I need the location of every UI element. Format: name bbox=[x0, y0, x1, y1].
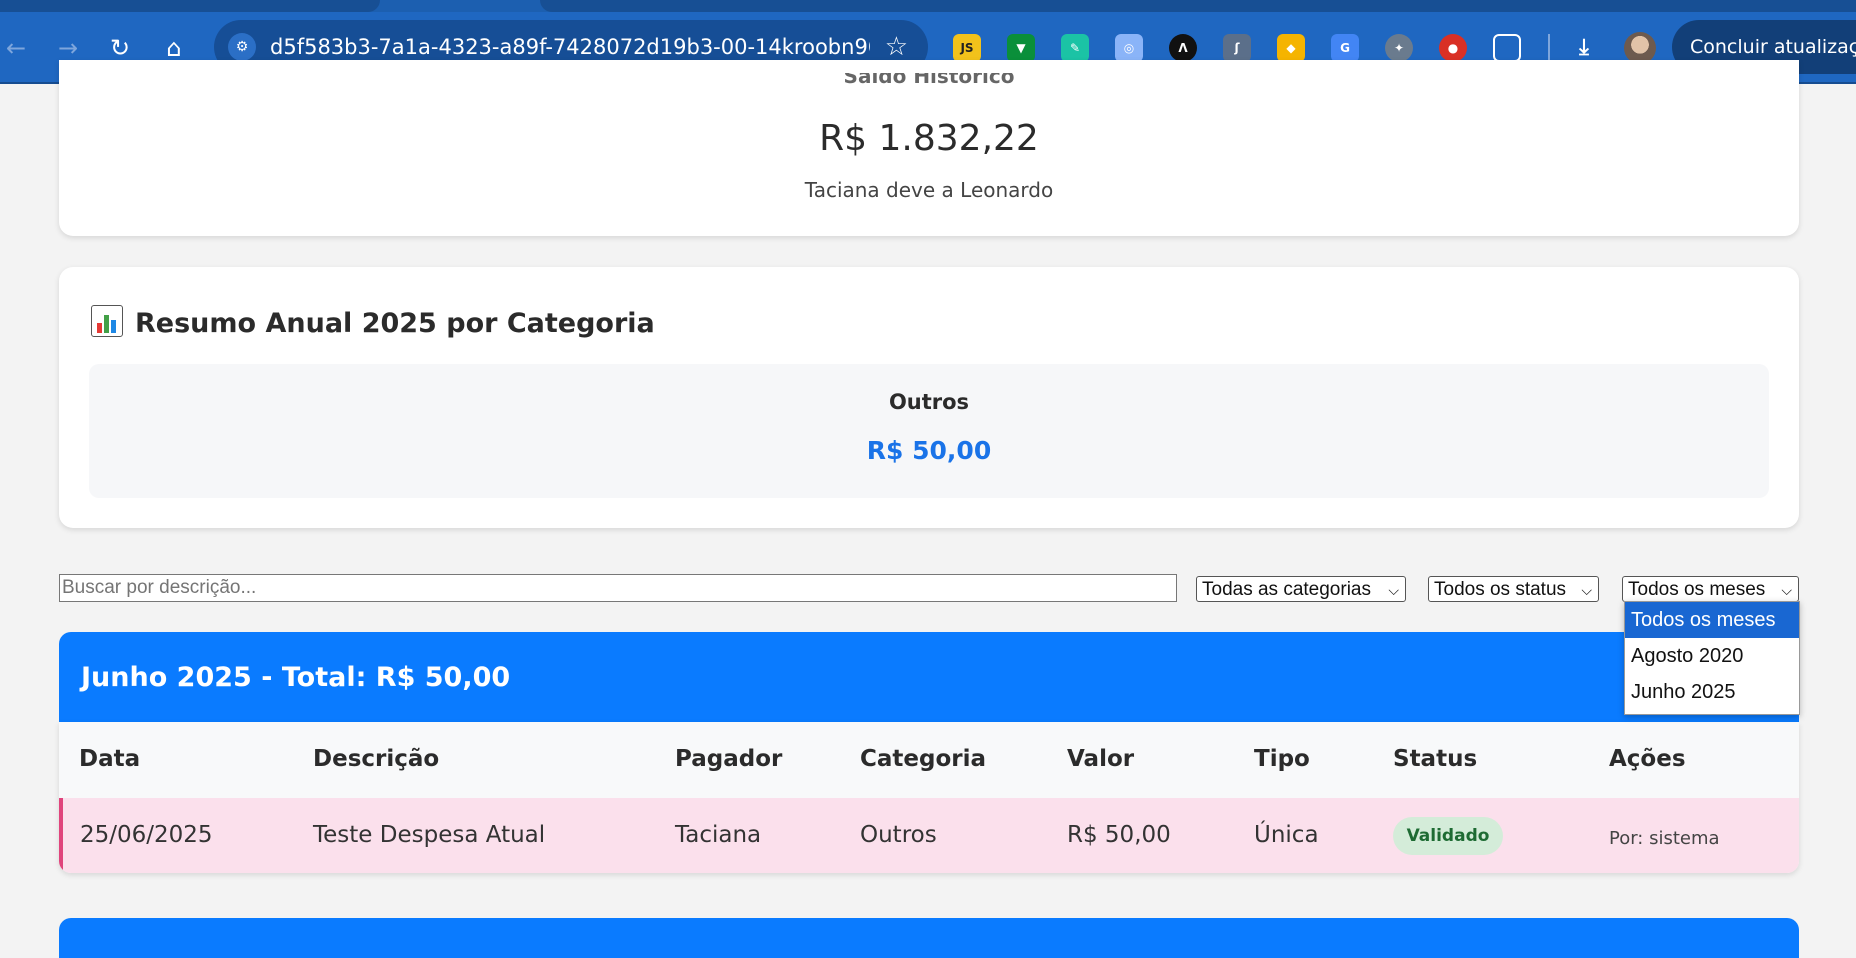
translate-extension-icon[interactable]: G bbox=[1331, 34, 1359, 62]
download-icon[interactable]: ⤓ bbox=[1570, 34, 1598, 62]
column-header-status: Status bbox=[1393, 746, 1478, 772]
column-header-data: Data bbox=[79, 746, 141, 772]
category-select-value: Todas as categorias bbox=[1202, 579, 1371, 600]
aptos-extension-icon[interactable]: Λ bbox=[1169, 34, 1197, 62]
js-extension-icon[interactable]: JS bbox=[953, 34, 981, 62]
saldo-amount: R$ 1.832,22 bbox=[819, 118, 1039, 159]
status-select-value: Todos os status bbox=[1434, 579, 1567, 600]
tools-extension-icon[interactable]: ✦ bbox=[1385, 34, 1413, 62]
color-extension-icon[interactable]: ◆ bbox=[1277, 34, 1305, 62]
column-header-categoria: Categoria bbox=[860, 746, 987, 772]
month-option[interactable]: Agosto 2020 bbox=[1625, 638, 1799, 674]
cell-categoria: Outros bbox=[860, 822, 937, 848]
back-icon[interactable]: ← bbox=[0, 32, 32, 64]
saldo-label: Saldo Histórico bbox=[843, 64, 1015, 88]
table-row: 25/06/2025 Teste Despesa Atual Taciana O… bbox=[59, 798, 1799, 873]
category-value: R$ 50,00 bbox=[866, 436, 992, 465]
annual-summary-title: Resumo Anual 2025 por Categoria bbox=[91, 305, 655, 339]
annual-summary-card: Resumo Anual 2025 por Categoria Outros R… bbox=[59, 267, 1799, 528]
chevron-down-icon: ⌵ bbox=[1388, 582, 1399, 598]
month-select-value: Todos os meses bbox=[1628, 579, 1766, 600]
chevron-down-icon: ⌵ bbox=[1781, 582, 1792, 598]
table-header: Data Descrição Pagador Categoria Valor T… bbox=[59, 722, 1799, 798]
column-header-acoes: Ações bbox=[1609, 746, 1686, 772]
category-name: Outros bbox=[888, 390, 970, 414]
cell-data: 25/06/2025 bbox=[80, 822, 213, 848]
column-header-descricao: Descrição bbox=[313, 746, 440, 772]
cell-pagador: Taciana bbox=[675, 822, 762, 848]
bar-chart-icon bbox=[91, 305, 123, 337]
cell-valor: R$ 50,00 bbox=[1067, 822, 1171, 848]
month-option[interactable]: Junho 2025 bbox=[1625, 674, 1799, 710]
toolbar-separator bbox=[1548, 34, 1550, 62]
record-extension-icon[interactable]: ● bbox=[1439, 34, 1467, 62]
notes-extension-icon[interactable]: ✎ bbox=[1061, 34, 1089, 62]
saldo-card: Saldo Histórico R$ 1.832,22 Taciana deve… bbox=[59, 60, 1799, 236]
category-summary-item: Outros R$ 50,00 bbox=[89, 364, 1769, 498]
annual-summary-title-text: Resumo Anual 2025 por Categoria bbox=[135, 308, 655, 339]
browser-tab[interactable] bbox=[0, 0, 380, 12]
cell-acoes: Por: sistema bbox=[1609, 828, 1720, 849]
next-month-section-header bbox=[59, 918, 1799, 958]
search-extension-icon[interactable]: ◎ bbox=[1115, 34, 1143, 62]
column-header-tipo: Tipo bbox=[1254, 746, 1310, 772]
site-settings-icon[interactable]: ⚙ bbox=[228, 33, 256, 61]
category-select[interactable]: Todas as categorias ⌵ bbox=[1196, 576, 1406, 602]
month-section-header: Junho 2025 - Total: R$ 50,00 bbox=[59, 632, 1799, 722]
browser-tab-strip bbox=[0, 0, 1856, 12]
bookmark-star-icon[interactable]: ☆ bbox=[885, 32, 908, 62]
column-header-pagador: Pagador bbox=[675, 746, 783, 772]
download-arrow-extension-icon[interactable]: ▼ bbox=[1007, 34, 1035, 62]
status-badge: Validado bbox=[1393, 817, 1503, 855]
cell-descricao: Teste Despesa Atual bbox=[313, 822, 546, 848]
month-select[interactable]: Todos os meses ⌵ bbox=[1622, 576, 1799, 602]
column-header-valor: Valor bbox=[1067, 746, 1135, 772]
expenses-table: Data Descrição Pagador Categoria Valor T… bbox=[59, 722, 1799, 873]
status-select[interactable]: Todos os status ⌵ bbox=[1428, 576, 1599, 602]
browser-tab[interactable] bbox=[540, 0, 1856, 12]
month-dropdown-list: Todos os meses Agosto 2020 Junho 2025 bbox=[1624, 601, 1800, 715]
cell-tipo: Única bbox=[1254, 822, 1319, 848]
search-input[interactable] bbox=[59, 574, 1177, 602]
saldo-description: Taciana deve a Leonardo bbox=[804, 178, 1054, 202]
month-section-title: Junho 2025 - Total: R$ 50,00 bbox=[81, 662, 511, 693]
extensions-puzzle-icon[interactable] bbox=[1493, 34, 1521, 62]
chevron-down-icon: ⌵ bbox=[1581, 582, 1592, 598]
curve-extension-icon[interactable]: ʃ bbox=[1223, 34, 1251, 62]
month-option[interactable]: Todos os meses bbox=[1625, 602, 1799, 638]
